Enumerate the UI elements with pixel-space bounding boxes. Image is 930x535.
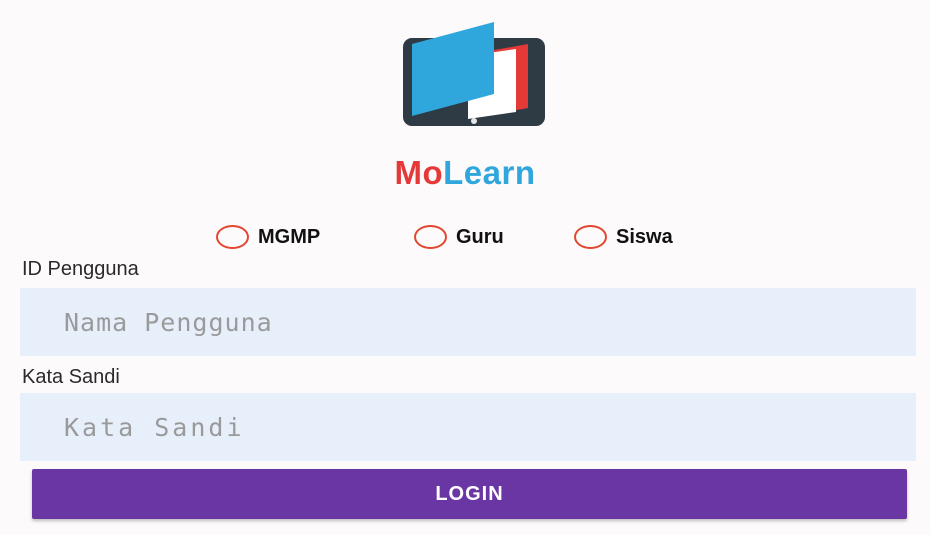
app-title: MoLearn <box>0 153 930 193</box>
password-input[interactable] <box>20 393 916 461</box>
password-label: Kata Sandi <box>22 366 120 388</box>
role-option-guru[interactable]: Guru <box>414 220 504 254</box>
radio-circle-icon[interactable] <box>574 225 607 249</box>
app-title-part-mo: Mo <box>394 154 444 191</box>
app-logo <box>398 18 546 130</box>
radio-circle-icon[interactable] <box>414 225 447 249</box>
tablet-book-icon <box>403 22 545 126</box>
role-label-mgmp: MGMP <box>258 225 321 248</box>
app-title-part-learn: Learn <box>443 154 536 191</box>
user-id-label: ID Pengguna <box>22 258 139 280</box>
role-label-siswa: Siswa <box>616 225 673 248</box>
login-screen: MoLearn MGMP Guru Siswa ID Pengguna Kata… <box>0 0 930 535</box>
login-button[interactable]: LOGIN <box>32 469 907 519</box>
role-option-siswa[interactable]: Siswa <box>574 220 673 254</box>
radio-circle-icon[interactable] <box>216 225 249 249</box>
role-radio-group: MGMP Guru Siswa <box>0 220 930 254</box>
role-option-mgmp[interactable]: MGMP <box>216 220 320 254</box>
user-id-input[interactable] <box>20 288 916 356</box>
role-label-guru: Guru <box>456 225 504 248</box>
